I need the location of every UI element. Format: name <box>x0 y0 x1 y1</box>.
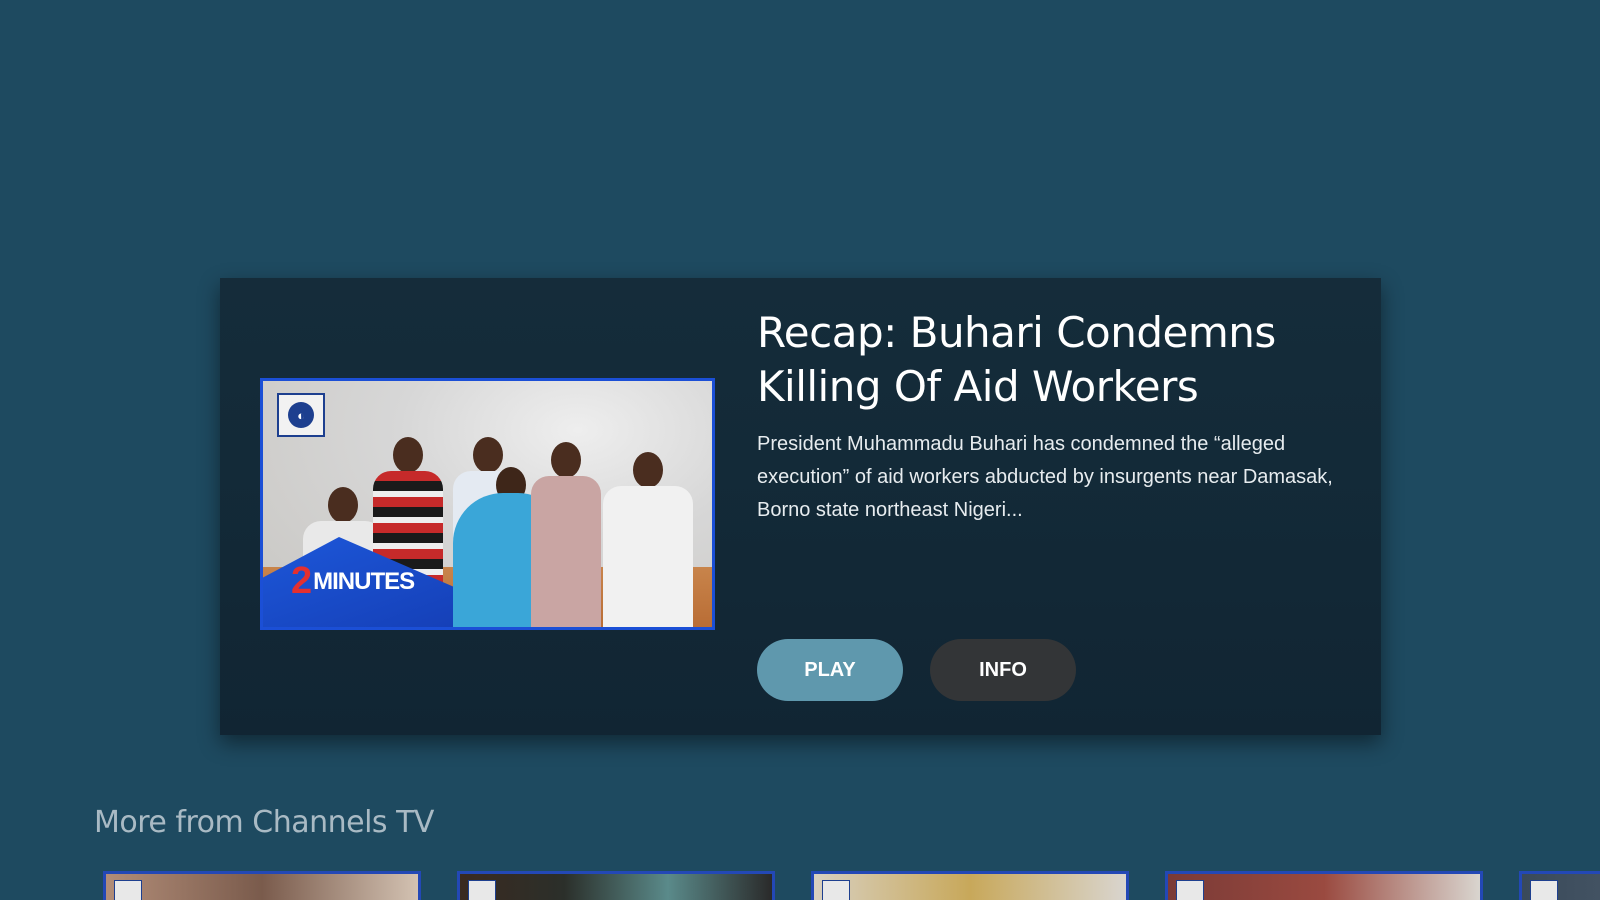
row-card-3[interactable] <box>811 871 1129 900</box>
featured-thumbnail[interactable]: ◐ 2MINUTES <box>260 378 715 630</box>
channels-tv-logo-icon <box>1530 880 1558 900</box>
channels-tv-logo-icon: ◐ <box>277 393 325 437</box>
featured-description: President Muhammadu Buhari has condemned… <box>757 433 1333 521</box>
featured-title: Recap: Buhari Condemns Killing Of Aid Wo… <box>757 308 1276 411</box>
minutes-banner-text: 2MINUTES <box>291 560 415 602</box>
channels-tv-logo-icon <box>468 880 496 900</box>
thumbnail-person <box>531 442 601 627</box>
channels-tv-logo-icon <box>822 880 850 900</box>
info-button[interactable]: INFO <box>930 639 1076 701</box>
row-card-5[interactable] <box>1519 871 1600 900</box>
channels-tv-logo-icon <box>1176 880 1204 900</box>
row-card-1[interactable] <box>103 871 421 900</box>
row-card-2[interactable] <box>457 871 775 900</box>
tv-browse-screen: ◐ 2MINUTES Recap: Buhari Condemns Killin… <box>0 0 1600 900</box>
row-title: More from Channels TV <box>94 805 434 840</box>
play-button[interactable]: PLAY <box>757 639 903 701</box>
channels-tv-logo-icon <box>114 880 142 900</box>
featured-detail-card: ◐ 2MINUTES Recap: Buhari Condemns Killin… <box>220 278 1381 735</box>
thumbnail-person <box>603 452 693 627</box>
more-videos-row <box>103 871 1600 900</box>
row-card-4[interactable] <box>1165 871 1483 900</box>
